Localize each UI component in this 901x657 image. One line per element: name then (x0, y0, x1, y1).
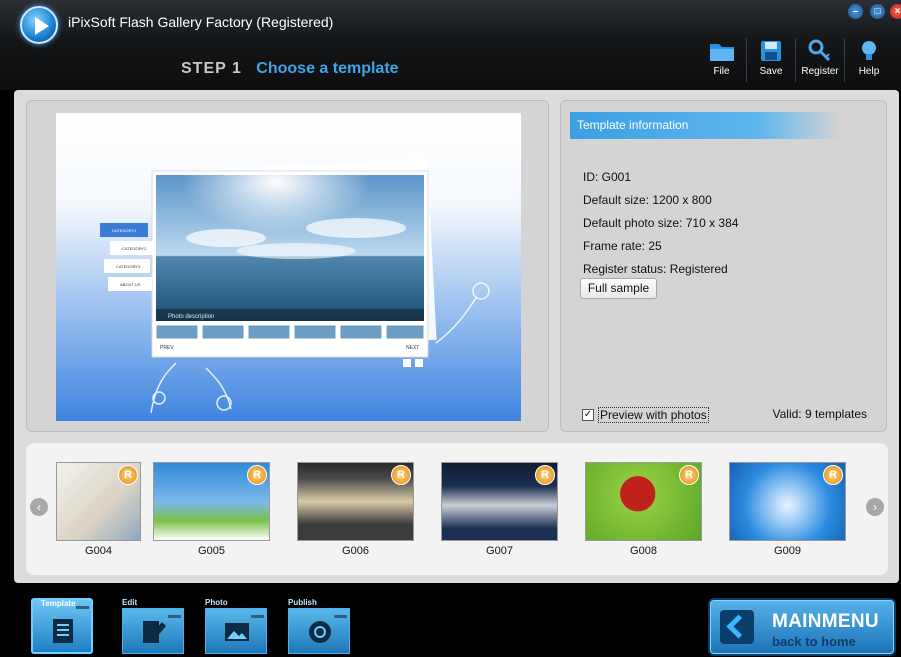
tab-photo-label: Photo (205, 598, 228, 607)
mainmenu-button[interactable]: MAINMENU back to home (708, 598, 896, 656)
tab-photo[interactable]: Photo (205, 598, 267, 654)
template-preview-image[interactable]: Photo description PREV NEXT CATEGORY1 CA… (56, 113, 521, 421)
category-item-1: CATEGORY1 (112, 228, 137, 233)
tab-edit-label: Edit (122, 598, 138, 607)
preview-illustration: Photo description PREV NEXT CATEGORY1 CA… (100, 158, 490, 414)
tab-template[interactable]: Template (31, 598, 93, 654)
template-info-panel: Template information ID: G001 Default si… (560, 100, 887, 432)
template-info-header: Template information (570, 112, 840, 139)
file-label: File (713, 66, 730, 77)
checkbox-checked-icon[interactable]: ✓ (582, 409, 594, 421)
next-label: NEXT (406, 345, 419, 351)
template-thumb-g004[interactable]: R (56, 462, 141, 541)
template-thumb-g005[interactable]: R (153, 462, 270, 541)
step-title: Choose a template (256, 60, 399, 77)
publish-icon (309, 621, 331, 643)
tab-photo-button[interactable] (205, 608, 267, 654)
help-button[interactable]: Help (844, 38, 893, 82)
category-item-2: CATEGORY2 (122, 246, 147, 251)
preview-with-photos-label[interactable]: Preview with photos (598, 407, 709, 423)
default-size: Default size: 1200 x 800 (583, 193, 712, 207)
app-logo-icon (20, 6, 58, 44)
template-strip: ‹ R G004 R G005 R G006 R G007 R G008 R G… (26, 443, 888, 575)
mainmenu-title: MAINMENU (772, 611, 879, 632)
registered-badge-icon: R (679, 465, 699, 485)
tab-edit[interactable]: Edit (122, 598, 184, 654)
template-label-g008: G008 (630, 545, 657, 557)
tab-publish-button[interactable] (288, 608, 350, 654)
template-thumb-g007[interactable]: R (441, 462, 558, 541)
save-label: Save (759, 66, 783, 77)
folder-icon (709, 44, 734, 61)
registered-badge-icon: R (391, 465, 411, 485)
toolbar: File Save Register Help (697, 38, 893, 82)
registered-badge-icon: R (247, 465, 267, 485)
template-thumb-g009[interactable]: R (729, 462, 846, 541)
mainmenu-subtitle: back to home (772, 634, 856, 649)
template-label-g006: G006 (342, 545, 369, 557)
template-label-g007: G007 (486, 545, 513, 557)
close-button[interactable]: × (890, 4, 901, 19)
category-item-4: ABOUT US (120, 282, 141, 287)
register-status: Register status: Registered (583, 262, 728, 276)
help-label: Help (858, 66, 880, 77)
edit-icon (143, 621, 166, 643)
step-heading: STEP 1 Choose a template (181, 60, 399, 78)
scroll-left-button[interactable]: ‹ (30, 498, 48, 516)
default-photo-size: Default photo size: 710 x 384 (583, 216, 739, 230)
file-button[interactable]: File (697, 38, 746, 82)
registered-badge-icon: R (118, 465, 138, 485)
bottom-bar: Template Edit Photo Publish MAINMENU bac… (0, 583, 901, 657)
tab-publish[interactable]: Publish (288, 598, 350, 654)
registered-badge-icon: R (823, 465, 843, 485)
title-bar: iPixSoft Flash Gallery Factory (Register… (0, 0, 901, 90)
template-thumb-g008[interactable]: R (585, 462, 702, 541)
valid-templates-count: Valid: 9 templates (772, 407, 868, 421)
tab-corner (334, 615, 347, 618)
template-label-g005: G005 (198, 545, 225, 557)
tab-template-label: Template (41, 599, 76, 608)
save-button[interactable]: Save (746, 38, 795, 82)
tab-corner (76, 606, 89, 609)
tab-publish-label: Publish (288, 598, 317, 607)
template-label-g004: G004 (85, 545, 112, 557)
prev-label: PREV (160, 345, 174, 351)
registered-badge-icon: R (535, 465, 555, 485)
minimize-button[interactable]: – (848, 4, 863, 19)
template-thumb-g006[interactable]: R (297, 462, 414, 541)
back-arrow-icon (720, 610, 754, 644)
preview-with-photos-checkbox[interactable]: ✓ Preview with photos (582, 407, 709, 423)
register-label: Register (801, 66, 839, 77)
lightbulb-icon (862, 41, 876, 60)
step-number: STEP 1 (181, 60, 242, 77)
main-panel: Photo description PREV NEXT CATEGORY1 CA… (14, 90, 899, 583)
photo-icon (225, 623, 249, 641)
template-id: ID: G001 (583, 170, 632, 184)
scroll-right-button[interactable]: › (866, 498, 884, 516)
photo-caption: Photo description (168, 314, 214, 320)
save-icon (761, 41, 781, 61)
template-icon (53, 619, 73, 643)
tab-edit-button[interactable] (122, 608, 184, 654)
template-label-g009: G009 (774, 545, 801, 557)
full-sample-button[interactable]: Full sample (580, 278, 657, 299)
key-icon (808, 39, 831, 62)
category-item-3: CATEGORY3 (116, 264, 141, 269)
tab-corner (251, 615, 264, 618)
register-button[interactable]: Register (795, 38, 844, 82)
maximize-button[interactable]: □ (870, 4, 885, 19)
frame-rate: Frame rate: 25 (583, 239, 662, 253)
window-title: iPixSoft Flash Gallery Factory (Register… (68, 14, 334, 30)
tab-corner (168, 615, 181, 618)
template-preview-panel: Photo description PREV NEXT CATEGORY1 CA… (26, 100, 549, 432)
